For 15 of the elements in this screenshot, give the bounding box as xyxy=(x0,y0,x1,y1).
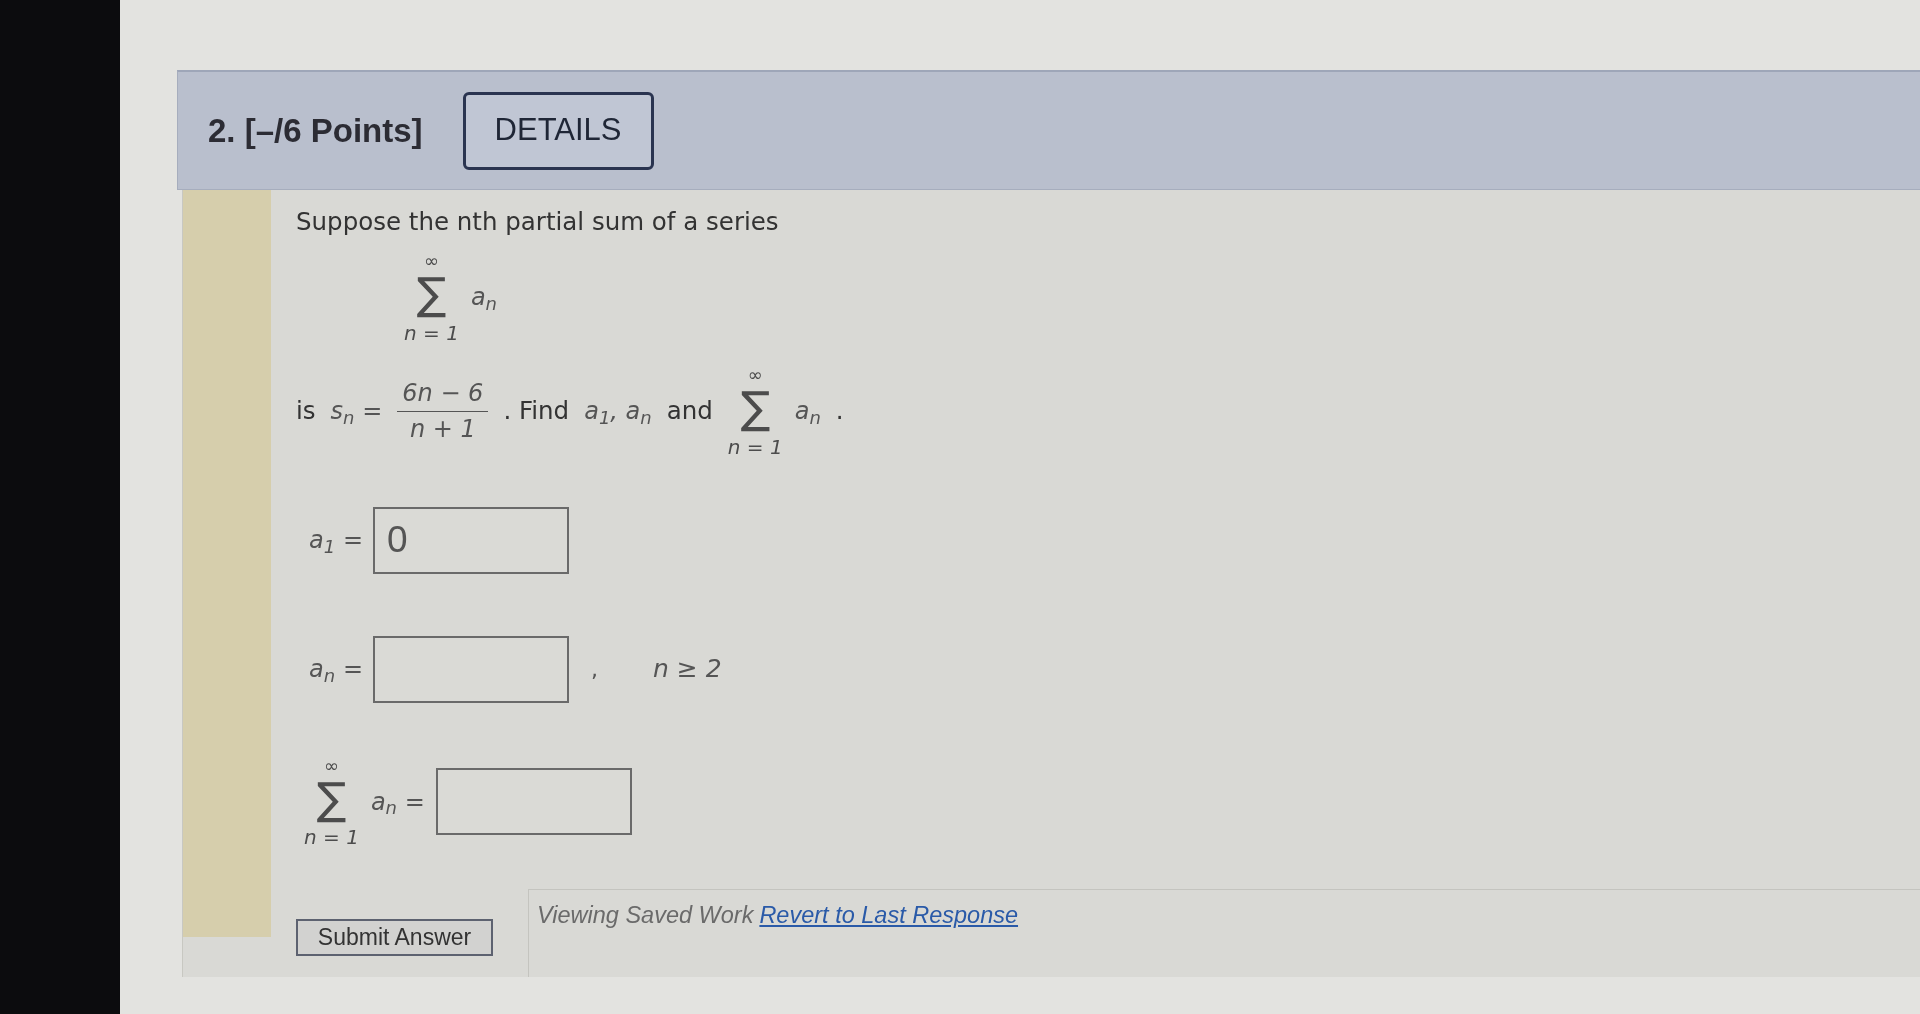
details-button[interactable]: DETAILS xyxy=(462,91,654,170)
summation-formula: ∞ ∑ n = 1 a$_{n}$ = xyxy=(304,756,425,848)
condition-text: n ≥ 2 xyxy=(653,653,722,686)
comma-text: , xyxy=(591,655,598,684)
summation-formula: ∞ ∑ n = 1 a$_{n}$ xyxy=(404,252,497,343)
question-title: 2. [–/6 Points] xyxy=(208,110,423,151)
answer-field[interactable] xyxy=(373,635,569,703)
answer-field[interactable]: 0 xyxy=(373,506,569,574)
answer-field[interactable] xyxy=(435,768,632,836)
math-label: a$_{1}$ = xyxy=(308,525,364,559)
submit-answer-button[interactable]: Submit Answer xyxy=(296,919,493,957)
problem-text: Suppose the nth partial sum of a series xyxy=(296,206,780,238)
saved-work-status-text: Viewing Saved Work xyxy=(537,902,754,929)
math-label: a$_{n}$ = xyxy=(308,654,364,688)
revert-link[interactable]: Revert to Last Response xyxy=(759,902,1019,929)
